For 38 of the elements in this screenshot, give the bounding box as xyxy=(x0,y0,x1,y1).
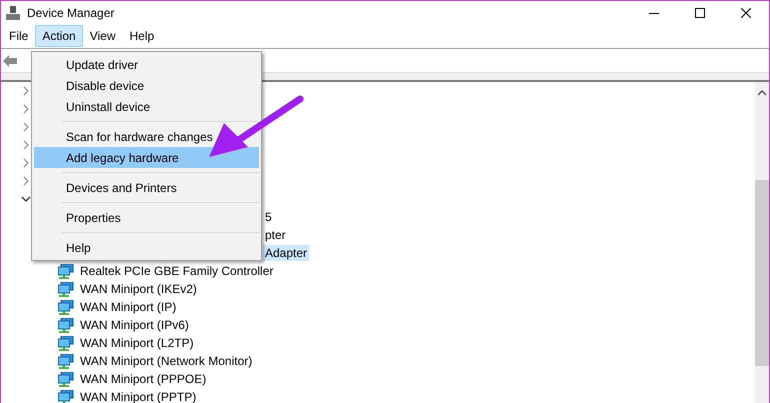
menu-item[interactable]: Action xyxy=(35,25,83,47)
network-adapter-icon xyxy=(58,372,74,386)
network-adapter-icon xyxy=(58,318,74,332)
device-name[interactable]: WAN Miniport (L2TP) xyxy=(78,335,196,351)
menu-item[interactable]: View xyxy=(82,25,122,47)
device-name[interactable]: Adapter xyxy=(263,245,310,261)
device-name[interactable]: WAN Miniport (PPPOE) xyxy=(78,371,208,387)
network-adapter-icon xyxy=(58,354,74,368)
device-name[interactable]: WAN Miniport (Network Monitor) xyxy=(78,353,254,369)
device-manager-icon xyxy=(5,4,21,20)
scrollbar[interactable] xyxy=(755,82,769,403)
menu-option[interactable]: Help xyxy=(34,237,259,258)
device-name[interactable]: WAN Miniport (IP) xyxy=(78,299,178,315)
scroll-up-icon[interactable] xyxy=(758,90,766,96)
maximize-icon xyxy=(695,8,705,18)
device-name[interactable]: WAN Miniport (IPv6) xyxy=(78,317,191,333)
menu-option[interactable]: Properties xyxy=(34,207,259,228)
menu-item[interactable]: File xyxy=(2,25,36,47)
network-adapter-icon xyxy=(58,264,74,278)
network-adapter-icon xyxy=(58,336,74,350)
close-icon xyxy=(741,8,751,18)
device-name[interactable]: pter xyxy=(263,227,288,243)
menu-option[interactable]: Devices and Printers xyxy=(34,177,259,198)
back-arrow-icon[interactable] xyxy=(3,54,17,66)
device-name[interactable]: 5 xyxy=(263,209,274,225)
network-adapter-icon xyxy=(58,390,74,403)
menu-option[interactable]: Uninstall device xyxy=(34,96,259,117)
menu-option[interactable]: Add legacy hardware xyxy=(34,147,259,168)
menu-option[interactable]: Scan for hardware changes xyxy=(34,126,259,147)
menu-item[interactable]: Help xyxy=(122,25,162,47)
menu-option[interactable]: Update driver xyxy=(34,54,259,75)
scroll-thumb[interactable] xyxy=(755,180,769,366)
device-name[interactable]: WAN Miniport (IKEv2) xyxy=(78,281,199,297)
device-name[interactable]: Realtek PCIe GBE Family Controller xyxy=(78,263,276,279)
window-title: Device Manager xyxy=(27,6,114,20)
menu-option[interactable]: Disable device xyxy=(34,75,259,96)
network-adapter-icon xyxy=(58,282,74,296)
network-adapter-icon xyxy=(58,300,74,314)
